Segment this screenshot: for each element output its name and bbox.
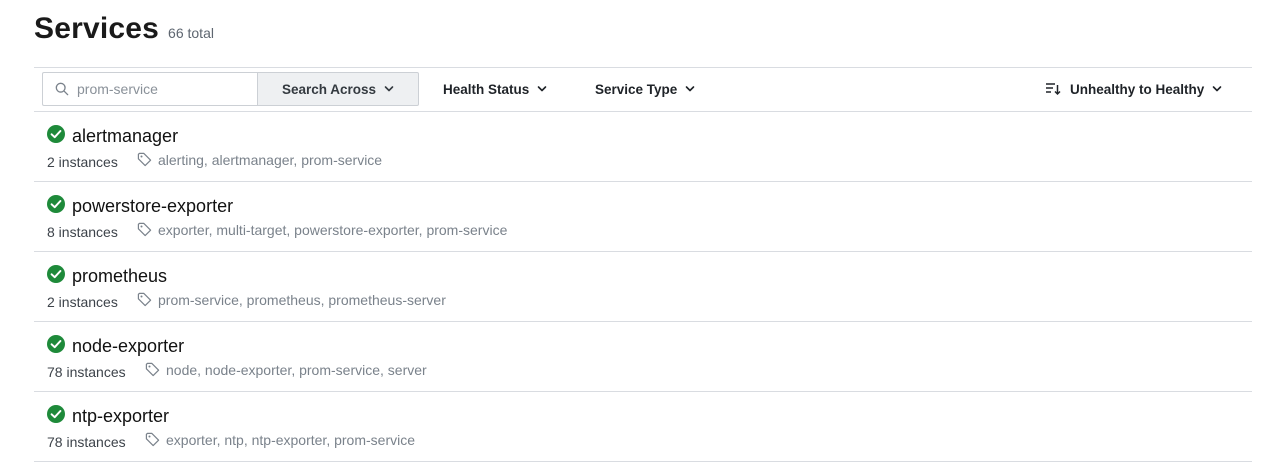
filter-bar: Search Across Health Status Service Type bbox=[34, 67, 1252, 112]
instances-count: 2 instances bbox=[47, 154, 118, 170]
service-tags: exporter, multi-target, powerstore-expor… bbox=[137, 222, 507, 238]
search-across-dropdown[interactable]: Search Across bbox=[257, 72, 419, 106]
chevron-down-icon bbox=[537, 86, 547, 92]
healthy-check-icon bbox=[47, 265, 65, 283]
instances-count: 2 instances bbox=[47, 294, 118, 310]
service-tags: exporter, ntp, ntp-exporter, prom-servic… bbox=[145, 432, 415, 448]
service-name-link[interactable]: prometheus bbox=[72, 266, 167, 287]
tag-icon bbox=[137, 292, 152, 306]
health-status-label: Health Status bbox=[443, 81, 530, 97]
tag-icon bbox=[137, 222, 152, 236]
health-status-filter[interactable]: Health Status bbox=[443, 72, 547, 106]
service-name-link[interactable]: ntp-exporter bbox=[72, 406, 169, 427]
service-name-link[interactable]: alertmanager bbox=[72, 126, 178, 147]
chevron-down-icon bbox=[1212, 86, 1222, 92]
tags-text: node, node-exporter, prom-service, serve… bbox=[166, 362, 427, 378]
services-list: alertmanager 2 instances alerting, alert… bbox=[34, 112, 1252, 462]
instances-count: 78 instances bbox=[47, 434, 126, 450]
search-icon bbox=[55, 82, 69, 96]
tags-text: exporter, ntp, ntp-exporter, prom-servic… bbox=[166, 432, 415, 448]
search-across-label: Search Across bbox=[281, 81, 377, 97]
page-title: Services bbox=[34, 12, 160, 45]
search-input[interactable] bbox=[77, 73, 253, 105]
sort-label: Unhealthy to Healthy bbox=[1070, 81, 1205, 97]
search-box[interactable] bbox=[42, 72, 257, 106]
healthy-check-icon bbox=[47, 125, 65, 143]
chevron-down-icon bbox=[384, 86, 394, 92]
page-header: Services 66 total bbox=[34, 12, 214, 46]
service-type-filter[interactable]: Service Type bbox=[595, 72, 695, 106]
service-tags: prom-service, prometheus, prometheus-ser… bbox=[137, 292, 446, 308]
services-page: Services 66 total Search Across Health S… bbox=[0, 0, 1269, 473]
tag-icon bbox=[145, 362, 160, 376]
tags-text: alerting, alertmanager, prom-service bbox=[158, 152, 383, 168]
service-row: ntp-exporter 78 instances exporter, ntp,… bbox=[34, 392, 1252, 462]
instances-count: 8 instances bbox=[47, 224, 118, 240]
services-total-count: 66 total bbox=[168, 25, 214, 41]
service-name-link[interactable]: node-exporter bbox=[72, 336, 184, 357]
healthy-check-icon bbox=[47, 335, 65, 353]
sort-icon bbox=[1046, 83, 1061, 96]
healthy-check-icon bbox=[47, 405, 65, 423]
tags-text: prom-service, prometheus, prometheus-ser… bbox=[158, 292, 446, 308]
instances-count: 78 instances bbox=[47, 364, 126, 380]
search-group: Search Across bbox=[42, 72, 419, 106]
service-tags: node, node-exporter, prom-service, serve… bbox=[145, 362, 427, 378]
healthy-check-icon bbox=[47, 195, 65, 213]
sort-dropdown[interactable]: Unhealthy to Healthy bbox=[1045, 72, 1222, 106]
service-type-label: Service Type bbox=[595, 81, 678, 97]
tags-text: exporter, multi-target, powerstore-expor… bbox=[158, 222, 508, 238]
tag-icon bbox=[145, 432, 160, 446]
chevron-down-icon bbox=[686, 86, 695, 92]
service-row: prometheus 2 instances prom-service, pro… bbox=[34, 252, 1252, 322]
tag-icon bbox=[137, 152, 152, 166]
service-name-link[interactable]: powerstore-exporter bbox=[72, 196, 233, 217]
service-tags: alerting, alertmanager, prom-service bbox=[137, 152, 382, 168]
service-row: alertmanager 2 instances alerting, alert… bbox=[34, 112, 1252, 182]
service-row: node-exporter 78 instances node, node-ex… bbox=[34, 322, 1252, 392]
service-row: powerstore-exporter 8 instances exporter… bbox=[34, 182, 1252, 252]
